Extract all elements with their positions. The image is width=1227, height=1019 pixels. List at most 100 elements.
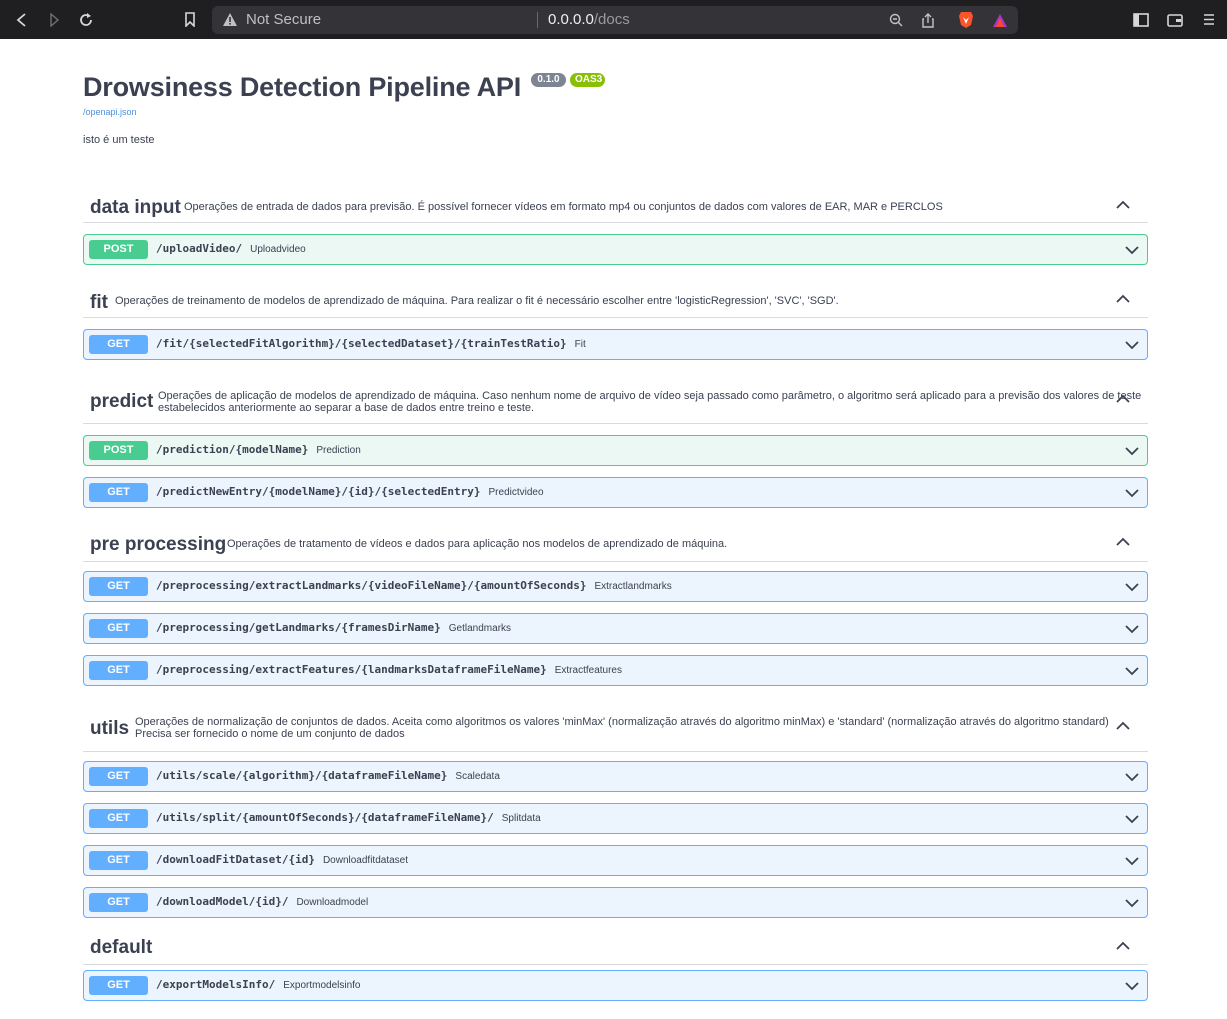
method-badge: GET xyxy=(89,619,148,638)
chevron-down-icon[interactable] xyxy=(1125,664,1139,678)
operation-summary: Downloadmodel xyxy=(296,897,369,908)
chevron-up-icon[interactable] xyxy=(1115,534,1131,550)
chevron-up-icon[interactable] xyxy=(1115,197,1131,213)
method-badge: GET xyxy=(89,976,148,995)
tag-title: pre processing xyxy=(90,534,227,555)
chevron-up-icon[interactable] xyxy=(1115,391,1131,407)
tag-description: Operações de treinamento de modelos de a… xyxy=(115,295,839,307)
operation-download-fit-dataset[interactable]: GET /downloadFitDataset/{id} Downloadfitd… xyxy=(83,845,1148,876)
chevron-down-icon[interactable] xyxy=(1125,580,1139,594)
tag-section-utils[interactable]: utils Operações de normalização de conju… xyxy=(83,705,1148,752)
page-title: Drowsiness Detection Pipeline API xyxy=(83,72,522,102)
operation-path: /downloadFitDataset/{id} Downloadfitdatas… xyxy=(156,853,409,866)
operation-fit[interactable]: GET /fit/{selectedFitAlgorithm}/{selecte… xyxy=(83,329,1148,360)
tag-description: Operações de tratamento de vídeos e dado… xyxy=(227,538,728,550)
browser-toolbar: Not Secure 0.0.0.0/docs xyxy=(0,0,1227,39)
chevron-up-icon[interactable] xyxy=(1115,938,1131,954)
menu-icon[interactable] xyxy=(1195,0,1223,39)
chevron-down-icon[interactable] xyxy=(1125,486,1139,500)
operation-summary: Uploadvideo xyxy=(250,244,306,255)
bookmark-icon[interactable] xyxy=(176,0,204,39)
operation-summary: Downloadfitdataset xyxy=(322,855,409,866)
method-badge: GET xyxy=(89,809,148,828)
tag-title: utils xyxy=(90,718,130,739)
tag-section-data-input[interactable]: data input Operações de entrada de dados… xyxy=(83,189,1148,223)
method-badge: GET xyxy=(89,577,148,596)
operation-summary: Exportmodelsinfo xyxy=(283,980,361,991)
method-badge: POST xyxy=(89,441,148,460)
method-badge: GET xyxy=(89,483,148,502)
chevron-down-icon[interactable] xyxy=(1125,444,1139,458)
operation-extract-features[interactable]: GET /preprocessing/extractFeatures/{land… xyxy=(83,655,1148,686)
method-badge: GET xyxy=(89,335,148,354)
url-separator xyxy=(537,12,538,28)
chevron-down-icon[interactable] xyxy=(1125,979,1139,993)
tag-title: fit xyxy=(90,292,108,313)
operation-predict-new-entry[interactable]: GET /predictNewEntry/{modelName}/{id}/{s… xyxy=(83,477,1148,508)
brave-rewards-icon[interactable] xyxy=(988,6,1012,34)
method-badge: GET xyxy=(89,893,148,912)
tag-section-pre-processing[interactable]: pre processing Operações de tratamento d… xyxy=(83,526,1148,562)
operation-path: /uploadVideo/Uploadvideo xyxy=(156,242,306,255)
tag-title: data input xyxy=(90,197,181,218)
operation-path: /downloadModel/{id}/Downloadmodel xyxy=(156,895,369,908)
chevron-down-icon[interactable] xyxy=(1125,896,1139,910)
sidebar-icon[interactable] xyxy=(1127,0,1155,39)
address-bar[interactable]: Not Secure 0.0.0.0/docs xyxy=(212,6,1018,34)
operation-split-data[interactable]: GET /utils/split/{amountOfSeconds}/{data… xyxy=(83,803,1148,834)
operation-prediction[interactable]: POST /prediction/{modelName} Prediction xyxy=(83,435,1148,466)
chevron-down-icon[interactable] xyxy=(1125,770,1139,784)
operation-path: /predictNewEntry/{modelName}/{id}/{selec… xyxy=(156,485,544,498)
chevron-up-icon[interactable] xyxy=(1115,291,1131,307)
tag-title: predict xyxy=(90,391,154,412)
operation-path: /utils/scale/{algorithm}/{dataframeFileN… xyxy=(156,769,500,782)
back-icon[interactable] xyxy=(8,0,36,39)
operation-summary: Predictvideo xyxy=(488,487,544,498)
version-badge: 0.1.0 xyxy=(531,73,566,87)
method-badge: GET xyxy=(89,767,148,786)
chevron-down-icon[interactable] xyxy=(1125,338,1139,352)
operation-get-landmarks[interactable]: GET /preprocessing/getLandmarks/{framesD… xyxy=(83,613,1148,644)
reload-icon[interactable] xyxy=(72,0,100,39)
share-icon[interactable] xyxy=(916,6,940,34)
oas-badge: OAS3 xyxy=(570,73,605,87)
operation-summary: Scaledata xyxy=(455,771,500,782)
operation-summary: Splitdata xyxy=(501,813,541,824)
operation-download-model[interactable]: GET /downloadModel/{id}/Downloadmodel xyxy=(83,887,1148,918)
operation-path: /preprocessing/extractLandmarks/{videoFi… xyxy=(156,579,672,592)
url-text: 0.0.0.0/docs xyxy=(548,11,630,28)
operation-summary: Extractlandmarks xyxy=(594,581,672,592)
wallet-icon[interactable] xyxy=(1161,0,1189,39)
forward-icon[interactable] xyxy=(40,0,68,39)
method-badge: POST xyxy=(89,240,148,259)
operation-scale-data[interactable]: GET /utils/scale/{algorithm}/{dataframeF… xyxy=(83,761,1148,792)
operation-summary: Extractfeatures xyxy=(554,665,622,676)
brave-shield-icon[interactable] xyxy=(954,6,978,34)
tag-section-fit[interactable]: fit Operações de treinamento de modelos … xyxy=(83,284,1148,318)
openapi-link[interactable]: /openapi.json xyxy=(83,107,137,117)
operation-export-models-info[interactable]: GET /exportModelsInfo/Exportmodelsinfo xyxy=(83,970,1148,1001)
url-path: /docs xyxy=(593,11,630,28)
zoom-out-icon[interactable] xyxy=(884,6,908,34)
chevron-down-icon[interactable] xyxy=(1125,243,1139,257)
tag-description-line-2: estabelecidos anteriormente ao separar a… xyxy=(158,402,535,414)
not-secure-label: Not Secure xyxy=(246,11,322,28)
tag-section-predict[interactable]: predict Operações de aplicação de modelo… xyxy=(83,379,1148,424)
tag-title: default xyxy=(90,937,153,958)
operation-path: /preprocessing/getLandmarks/{framesDirNa… xyxy=(156,621,512,634)
api-description: isto é um teste xyxy=(83,134,155,146)
tag-section-default[interactable]: default xyxy=(83,930,1148,965)
operation-summary: Fit xyxy=(574,339,586,350)
tag-description-line-2: Precisa ser fornecido o nome de um conju… xyxy=(135,728,405,740)
operation-summary: Getlandmarks xyxy=(448,623,512,634)
chevron-up-icon[interactable] xyxy=(1115,718,1131,734)
chevron-down-icon[interactable] xyxy=(1125,622,1139,636)
operation-extract-landmarks[interactable]: GET /preprocessing/extractLandmarks/{vid… xyxy=(83,571,1148,602)
method-badge: GET xyxy=(89,851,148,870)
chevron-down-icon[interactable] xyxy=(1125,812,1139,826)
chevron-down-icon[interactable] xyxy=(1125,854,1139,868)
warning-icon xyxy=(223,13,237,26)
operation-upload-video[interactable]: POST /uploadVideo/Uploadvideo xyxy=(83,234,1148,265)
tag-description: Operações de aplicação de modelos de apr… xyxy=(158,390,1142,402)
operation-path: /fit/{selectedFitAlgorithm}/{selectedDat… xyxy=(156,337,586,350)
